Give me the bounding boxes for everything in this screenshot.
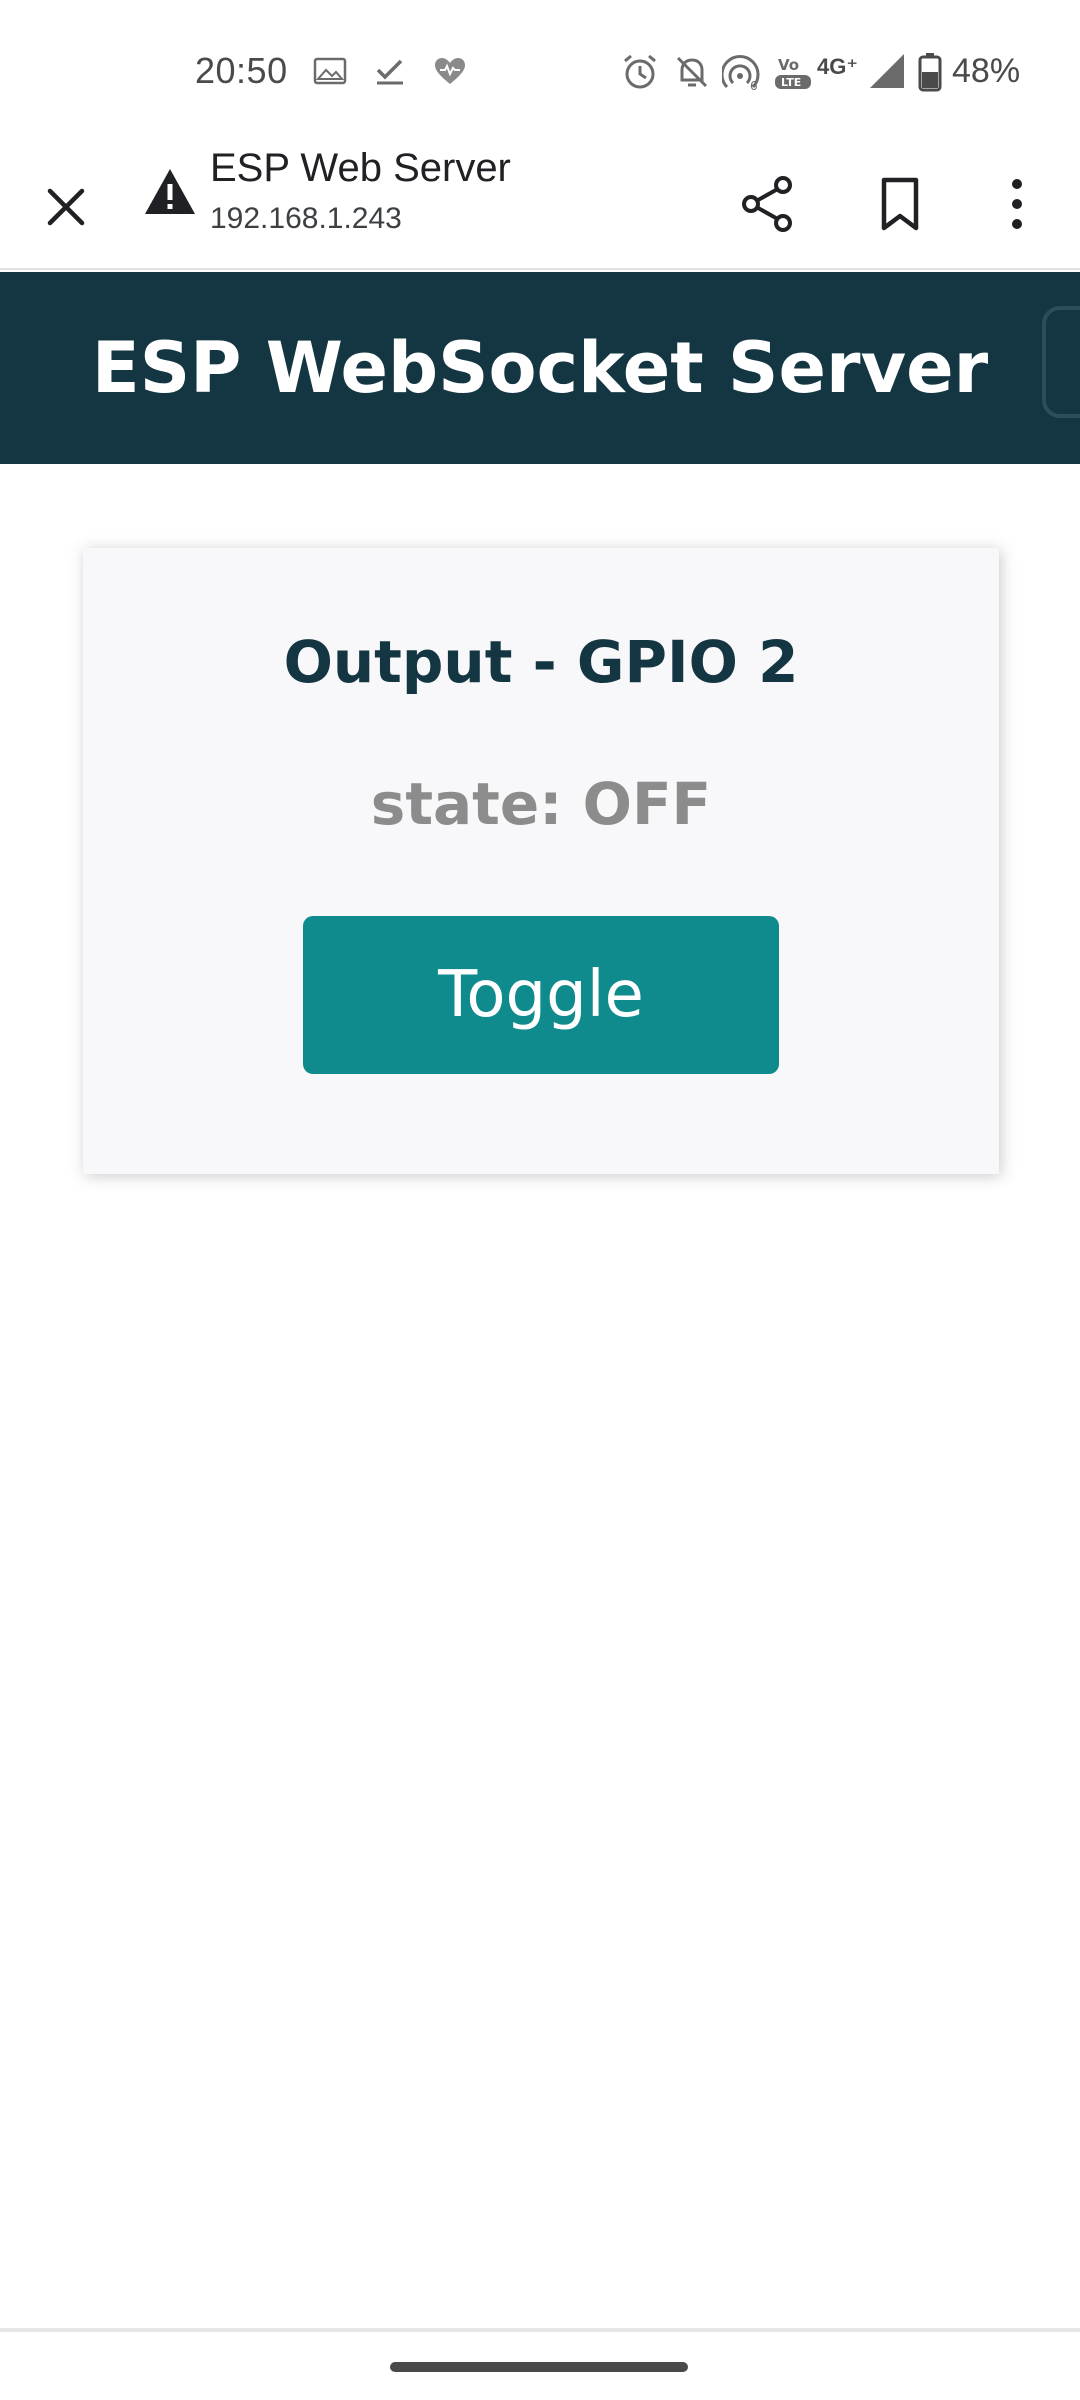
header-title: ESP WebSocket Server [91, 327, 989, 409]
hotspot-icon: 6 [722, 55, 760, 92]
browser-screen: 20:50 6 Vo LTE 4G⁺ 48% ESP Web Server 19… [0, 0, 1080, 2400]
share-icon [742, 176, 792, 232]
more-vert-icon [1012, 179, 1022, 229]
battery-percent: 48% [952, 52, 1021, 90]
signal-icon [870, 54, 904, 88]
header-edge-decoration [1042, 306, 1080, 418]
battery-icon [918, 53, 942, 92]
browser-toolbar: ESP Web Server 192.168.1.243 [0, 140, 1080, 270]
bottom-divider [0, 2328, 1080, 2332]
page-url: 192.168.1.243 [210, 202, 402, 235]
volte-icon: Vo LTE [775, 56, 811, 89]
svg-text:LTE: LTE [781, 76, 801, 89]
image-icon [313, 57, 347, 85]
alarm-icon [624, 54, 656, 89]
output-card: Output - GPIO 2 state: OFF Toggle [83, 548, 999, 1174]
heart-icon [435, 58, 465, 84]
bookmark-button[interactable] [858, 162, 942, 246]
site-security-button[interactable] [140, 162, 200, 222]
warning-icon [145, 169, 195, 214]
output-state: state: OFF [370, 770, 712, 838]
close-icon [47, 188, 85, 226]
share-button[interactable] [725, 162, 809, 246]
svg-text:6: 6 [750, 79, 758, 92]
mute-icon [676, 56, 708, 88]
status-time: 20:50 [195, 50, 288, 91]
svg-text:Vo: Vo [778, 56, 799, 74]
toggle-button[interactable]: Toggle [303, 916, 779, 1074]
network-type: 4G⁺ [817, 54, 858, 79]
page-title: ESP Web Server [210, 146, 511, 190]
check-icon [376, 59, 403, 85]
card-title: Output - GPIO 2 [283, 628, 799, 696]
gesture-home-bar[interactable] [390, 2362, 688, 2372]
status-bar: 20:50 6 Vo LTE 4G⁺ 48% [0, 0, 1080, 140]
bookmark-icon [881, 177, 919, 231]
close-button[interactable] [26, 167, 106, 247]
more-options-button[interactable] [975, 162, 1059, 246]
page-header: ESP WebSocket Server [0, 272, 1080, 464]
